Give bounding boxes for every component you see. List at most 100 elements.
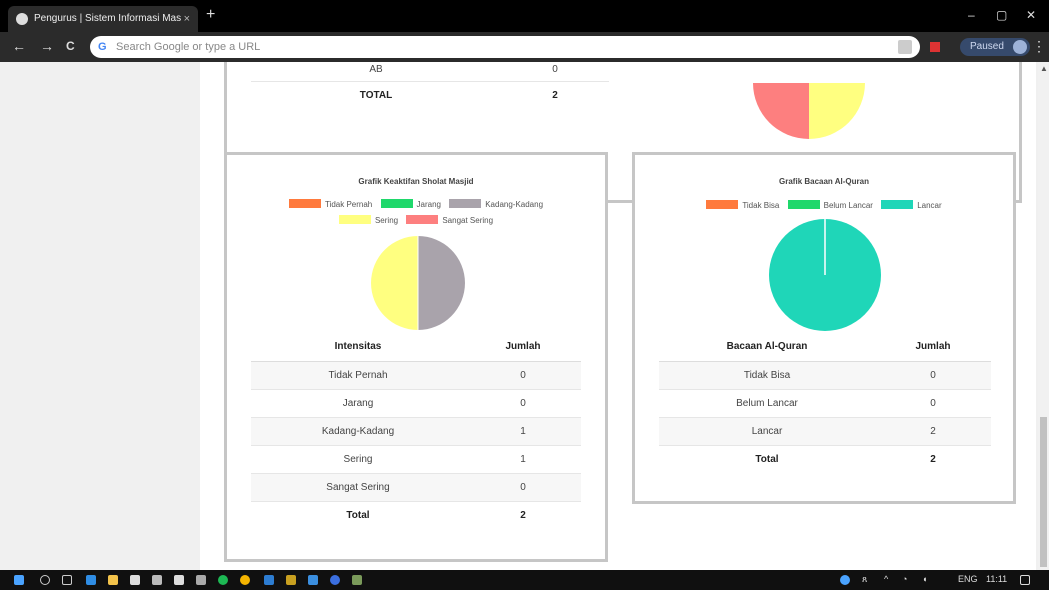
search-icon[interactable] [40,575,50,585]
row-value: 0 [875,361,991,390]
volume-icon[interactable]: ◖ [922,574,927,584]
scroll-up-icon[interactable]: ▲ [1040,64,1048,73]
row-label: Belum Lancar [659,389,875,418]
pie-slice-red [753,83,809,139]
maximize-button[interactable]: ▢ [996,8,1007,22]
total-label: Total [346,509,370,521]
site-favicon-icon [16,13,28,25]
legend-swatch [406,215,439,224]
legend-swatch [380,199,413,208]
avatar [1012,40,1027,54]
total-label: TOTAL [359,89,393,101]
table-row: Tidak Pernah 0 [251,361,581,390]
legend-label: Sangat Sering [442,216,494,225]
total-value: 2 [520,509,526,521]
legend-item[interactable]: Tidak Pernah [288,199,372,209]
chrome-icon[interactable] [240,575,250,585]
spotify-icon[interactable] [218,575,228,585]
forward-button[interactable]: → [40,38,54,54]
tray-app-icon[interactable] [840,575,850,585]
row-label: Tidak Bisa [659,361,875,390]
app-icon[interactable] [286,575,296,585]
legend-label: Jarang [416,200,441,209]
sholat-pie-chart [371,236,465,330]
file-explorer-icon[interactable] [108,575,118,585]
reload-button[interactable]: C [66,39,75,53]
sholat-table: Intensitas Jumlah Tidak Pernah 0 Jarang … [251,333,581,529]
language-indicator[interactable]: ENG [958,574,978,584]
table-row: Kadang-Kadang 1 [251,417,581,446]
legend-swatch [449,199,482,208]
legend-item[interactable]: Belum Lancar [787,200,873,210]
browser-menu-icon[interactable]: ⋮ [1032,38,1046,55]
profile-paused-button[interactable]: Paused [960,38,1030,56]
address-bar[interactable]: G Search Google or type a URL [90,36,920,58]
row-value: 1 [465,417,581,446]
app-icon[interactable] [330,575,340,585]
legend-swatch [338,215,371,224]
row-value: 0 [465,473,581,502]
mail-icon[interactable] [174,575,184,585]
row-label: Jarang [251,389,465,418]
legend-item[interactable]: Sangat Sering [406,215,493,225]
legend-item[interactable]: Kadang-Kadang [449,199,543,209]
legend-label: Sering [374,216,399,225]
network-icon[interactable]: ◔ [902,574,907,584]
page-scrollbar[interactable]: ▲ [1038,62,1049,570]
app-icon[interactable] [308,575,318,585]
legend-item[interactable]: Lancar [881,200,942,210]
store-icon[interactable] [130,575,140,585]
table-row: Lancar 2 [659,417,991,446]
browser-toolbar: ← → C G Search Google or type a URL Paus… [0,32,1049,62]
address-placeholder: Search Google or type a URL [116,41,261,53]
row-label: Sangat Sering [251,473,465,502]
row-value: 1 [465,445,581,474]
app-icon[interactable] [152,575,162,585]
clock[interactable]: 11:11 [986,574,1007,584]
app-icon[interactable] [264,575,274,585]
blood-type-pie-chart [753,83,865,139]
legend-item[interactable]: Jarang [380,199,441,209]
people-icon[interactable]: ጸ [862,574,867,585]
table-total-row: Total 2 [659,445,991,473]
page-viewport: AB 0 TOTAL 2 Grafik Keaktifan Sholat Mas… [0,62,1049,570]
legend-item[interactable]: Tidak Bisa [706,200,779,210]
chart-legend-row2: Sering Sangat Sering [227,215,605,225]
browser-tab[interactable]: Pengurus | Sistem Informasi Mas × [8,6,198,32]
tab-close-icon[interactable]: × [184,6,190,32]
new-tab-button[interactable]: + [206,6,215,24]
pie-slice-kadang-kadang[interactable] [418,236,465,330]
paused-label: Paused [970,41,1004,52]
translate-icon[interactable] [898,40,912,54]
table-row: Jarang 0 [251,389,581,418]
close-window-button[interactable]: ✕ [1026,8,1036,22]
row-value: 0 [465,361,581,390]
edge-icon[interactable] [86,575,96,585]
minimize-button[interactable]: – [968,8,975,22]
legend-label: Kadang-Kadang [485,200,544,209]
chart-title: Grafik Bacaan Al-Quran [779,177,869,186]
os-taskbar: ጸ ^ ◔ ◖ ENG 11:11 [0,570,1049,590]
total-label: Total [755,453,779,465]
col-header-bacaan: Bacaan Al-Quran [659,333,875,362]
row-label: Kadang-Kadang [251,417,465,446]
row-label: Sering [251,445,465,474]
start-icon[interactable] [14,575,24,585]
extension-icon[interactable] [930,42,940,52]
pie-slice-sering[interactable] [371,236,418,330]
scrollbar-thumb[interactable] [1040,417,1047,567]
row-value: 2 [875,417,991,446]
col-header-jumlah: Jumlah [465,333,581,362]
legend-item[interactable]: Sering [338,215,399,225]
chevron-up-icon[interactable]: ^ [884,574,888,584]
quran-reading-panel: Grafik Bacaan Al-Quran Tidak Bisa Belum … [632,152,1016,504]
table-row: Sangat Sering 0 [251,473,581,502]
app-icon[interactable] [352,575,362,585]
app-icon[interactable] [196,575,206,585]
back-button[interactable]: ← [12,38,26,54]
row-value: 0 [875,389,991,418]
legend-label: Belum Lancar [823,201,873,210]
task-view-icon[interactable] [62,575,72,585]
table-row: Sering 1 [251,445,581,474]
notification-icon[interactable] [1020,575,1030,585]
